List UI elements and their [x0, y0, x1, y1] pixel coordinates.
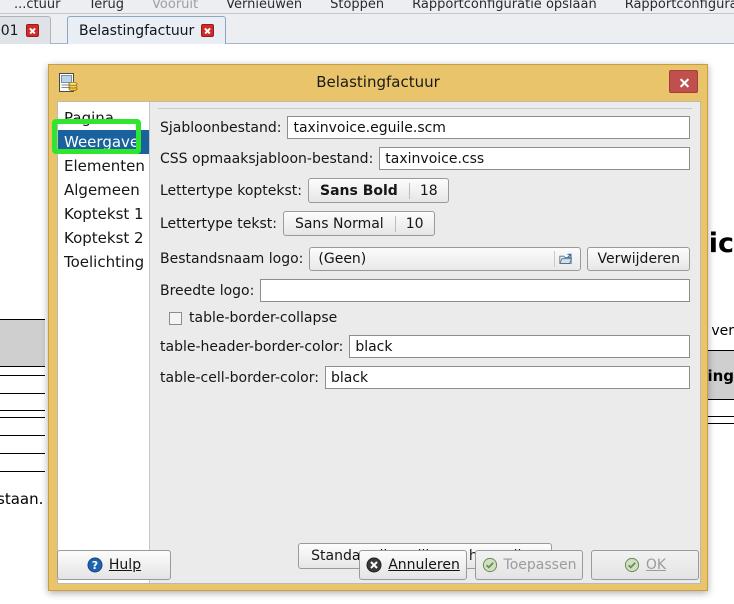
toolbar-item-0[interactable]: ...ctuur [0, 0, 74, 12]
logo-filename-value: (Geen) [318, 251, 367, 267]
text-font-size: 10 [394, 215, 434, 232]
open-folder-icon[interactable] [554, 251, 573, 267]
text-font-label: Lettertype tekst: [160, 215, 277, 232]
sidebar-item-algemeen[interactable]: Algemeen [58, 178, 149, 202]
logo-width-label: Breedte logo: [160, 282, 255, 299]
heading-font-family: Sans Bold [320, 182, 398, 199]
table-rule [0, 471, 45, 472]
toolbar-item-forward[interactable]: Vooruit [138, 0, 212, 12]
ok-button[interactable]: OK [591, 550, 699, 580]
row-css-file: CSS opmaaksjabloon-bestand: taxinvoice.c… [160, 147, 690, 170]
options-panel: Sjabloonbestand: taxinvoice.eguile.scm C… [150, 102, 700, 583]
table-rule [0, 435, 45, 436]
panel-divider [158, 108, 692, 109]
template-file-label: Sjabloonbestand: [160, 119, 282, 136]
row-text-font: Lettertype tekst: Sans Normal 10 [160, 211, 690, 236]
help-icon: ? [87, 557, 103, 573]
screen: ...ctuur Terug Vooruit Vernieuwen Stoppe… [0, 0, 734, 604]
table-border-collapse-label: table-border-collapse [189, 310, 338, 326]
cancel-icon [366, 557, 382, 573]
row-logo-width: Breedte logo: [160, 279, 690, 302]
toolbar-item-save-report-config[interactable]: Rapportconfiguratie opslaan [398, 0, 611, 12]
css-file-label: CSS opmaaksjabloon-bestand: [160, 150, 374, 167]
close-icon[interactable] [201, 24, 215, 37]
dialog-sidebar: Pagina Weergave Elementen Algemeen Kopte… [58, 102, 150, 583]
heading-font-size: 18 [408, 182, 448, 199]
tab-strip: 00001 Belastingfactuur [0, 14, 734, 44]
row-template-file: Sjabloonbestand: taxinvoice.eguile.scm [160, 116, 690, 139]
toolbar-item-back[interactable]: Terug [74, 0, 138, 12]
text-font-button[interactable]: Sans Normal 10 [282, 211, 435, 236]
cancel-button-label: Annuleren [388, 557, 460, 573]
apply-button-label: Toepassen [503, 557, 577, 573]
tab-belastingfactuur[interactable]: Belastingfactuur [67, 16, 227, 44]
row-table-header-border-color: table-header-border-color: black [160, 335, 690, 358]
toolbar-item-report-config[interactable]: Rapportconfiguratie... [611, 0, 734, 12]
help-button-label: Hulp [108, 557, 142, 573]
help-button[interactable]: ? Hulp [57, 550, 171, 580]
table-rule [0, 417, 45, 418]
logo-remove-button[interactable]: Verwijderen [587, 247, 690, 271]
sidebar-item-koptekst-1[interactable]: Koptekst 1 [58, 202, 149, 226]
report-options-dialog: Belastingfactuur Pagina Weergave Element… [48, 64, 708, 591]
document-left-text: staan. [0, 490, 44, 508]
svg-text:?: ? [92, 559, 98, 572]
row-table-cell-border-color: table-cell-border-color: black [160, 366, 690, 389]
heading-font-button[interactable]: Sans Bold 18 [308, 178, 449, 203]
sidebar-item-koptekst-2[interactable]: Koptekst 2 [58, 226, 149, 250]
table-header-cell [0, 319, 45, 367]
sidebar-item-elementen[interactable]: Elementen [58, 154, 149, 178]
ok-icon [624, 557, 640, 573]
tab-00001[interactable]: 00001 [0, 16, 51, 44]
sidebar-item-pagina[interactable]: Pagina [58, 106, 149, 130]
table-rule [0, 393, 45, 394]
table-border-collapse-checkbox[interactable] [169, 311, 182, 325]
logo-filename-label: Bestandsnaam logo: [160, 251, 304, 267]
sidebar-item-weergave[interactable]: Weergave [58, 130, 149, 154]
sidebar-item-toelichting[interactable]: Toelichting [58, 250, 149, 274]
table-rule [0, 375, 45, 376]
toolbar-item-stop[interactable]: Stoppen [316, 0, 398, 12]
tab-label: 00001 [0, 22, 19, 39]
apply-button[interactable]: Toepassen [475, 550, 583, 580]
css-file-input[interactable]: taxinvoice.css [379, 147, 690, 170]
table-header-border-color-input[interactable]: black [349, 335, 690, 358]
close-icon[interactable] [25, 24, 39, 37]
apply-icon [482, 557, 498, 573]
dialog-titlebar[interactable]: Belastingfactuur [49, 65, 707, 101]
table-cell-border-color-label: table-cell-border-color: [160, 369, 319, 386]
cancel-button[interactable]: Annuleren [359, 550, 467, 580]
heading-font-label: Lettertype koptekst: [160, 182, 303, 199]
logo-filename-chooser[interactable]: (Geen) [309, 247, 582, 271]
table-header-border-color-label: table-header-border-color: [160, 338, 344, 355]
toolbar-item-refresh[interactable]: Vernieuwen [212, 0, 316, 12]
row-heading-font: Lettertype koptekst: Sans Bold 18 [160, 178, 690, 203]
table-rule [0, 410, 45, 411]
footer-actions: Annuleren Toepassen OK [359, 550, 699, 580]
table-cell-border-color-input[interactable]: black [324, 366, 690, 389]
row-logo-filename: Bestandsnaam logo: (Geen) Verwijderen [160, 247, 690, 271]
template-file-input[interactable]: taxinvoice.eguile.scm [287, 116, 690, 139]
table-rule [0, 453, 45, 454]
text-font-family: Sans Normal [294, 215, 384, 232]
dialog-body: Pagina Weergave Elementen Algemeen Kopte… [57, 101, 701, 584]
toolbar-items: ...ctuur Terug Vooruit Vernieuwen Stoppe… [0, 0, 734, 13]
logo-width-input[interactable] [260, 279, 690, 302]
main-toolbar: ...ctuur Terug Vooruit Vernieuwen Stoppe… [0, 0, 734, 14]
tab-label: Belastingfactuur [79, 22, 195, 39]
ok-button-label: OK [645, 557, 667, 573]
dialog-title: Belastingfactuur [316, 73, 440, 91]
dialog-footer: ? Hulp Annuleren Toepassen OK [57, 548, 699, 582]
close-icon[interactable] [669, 70, 698, 93]
row-table-border-collapse[interactable]: table-border-collapse [169, 310, 690, 326]
